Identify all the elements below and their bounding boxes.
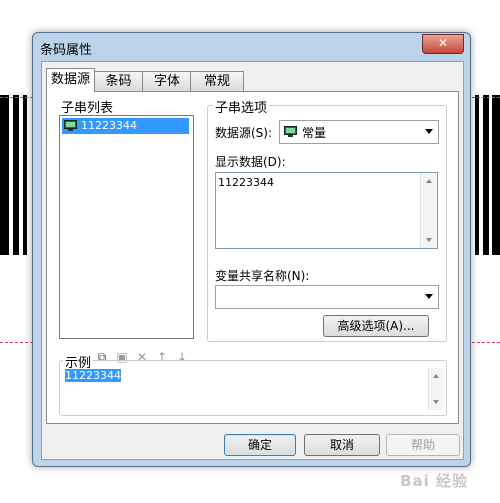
display-data-label: 显示数据(D): xyxy=(215,155,286,169)
chevron-down-icon[interactable] xyxy=(425,294,433,299)
datasource-label: 数据源(S): xyxy=(215,126,273,140)
substring-options-label: 子串选项 xyxy=(213,97,270,116)
display-data-scrollbar[interactable] xyxy=(420,173,437,248)
chevron-down-icon[interactable] xyxy=(425,129,433,134)
window-title: 条码属性 xyxy=(40,43,93,58)
cancel-button[interactable]: 取消 xyxy=(304,434,380,456)
barcode-properties-dialog: 条码属性 ✕ 数据源 条码 字体 常规 子串列表 11223344 ⧉ ▣ ✕ … xyxy=(32,32,471,467)
advanced-options-button[interactable]: 高级选项(A)... xyxy=(323,315,429,337)
example-scrollbar[interactable] xyxy=(428,368,443,410)
substring-list-label: 子串列表 xyxy=(59,97,116,116)
ok-button[interactable]: 确定 xyxy=(224,434,296,456)
scroll-down-icon[interactable] xyxy=(433,400,439,404)
shared-var-select[interactable] xyxy=(215,285,439,309)
scroll-up-icon[interactable] xyxy=(426,179,432,183)
datasource-tab-page: 子串列表 11223344 ✦ ⧉ ▣ ✕ ↑ ↓ 子串选项 xyxy=(46,91,459,424)
display-data-value: 11223344 xyxy=(218,176,274,189)
tab-datasource[interactable]: 数据源 xyxy=(46,68,95,92)
list-item[interactable]: 11223344 xyxy=(62,118,189,134)
scroll-up-icon[interactable] xyxy=(433,374,439,378)
datasource-value: 常量 xyxy=(302,126,327,140)
example-preview: 11223344 xyxy=(63,368,443,410)
close-button[interactable]: ✕ xyxy=(422,34,464,54)
dialog-client: 数据源 条码 字体 常规 子串列表 11223344 ✦ ⧉ xyxy=(41,61,464,460)
tab-barcode[interactable]: 条码 xyxy=(93,71,144,91)
monitor-icon xyxy=(64,120,77,131)
tab-font[interactable]: 字体 xyxy=(142,71,192,91)
title-bar[interactable]: 条码属性 ✕ xyxy=(33,33,470,61)
scroll-down-icon[interactable] xyxy=(426,238,432,242)
tab-general[interactable]: 常规 xyxy=(190,71,244,91)
display-data-field[interactable]: 11223344 xyxy=(215,172,438,249)
shared-var-label: 变量共享名称(N): xyxy=(215,269,310,283)
list-item-label: 11223344 xyxy=(81,119,137,132)
substring-listbox[interactable]: 11223344 xyxy=(59,115,194,339)
datasource-select[interactable]: 常量 xyxy=(279,120,439,144)
monitor-icon xyxy=(284,126,297,137)
watermark: Bai 经验 xyxy=(400,472,468,490)
example-value: 11223344 xyxy=(65,369,121,382)
help-button[interactable]: 帮助 xyxy=(386,434,460,456)
